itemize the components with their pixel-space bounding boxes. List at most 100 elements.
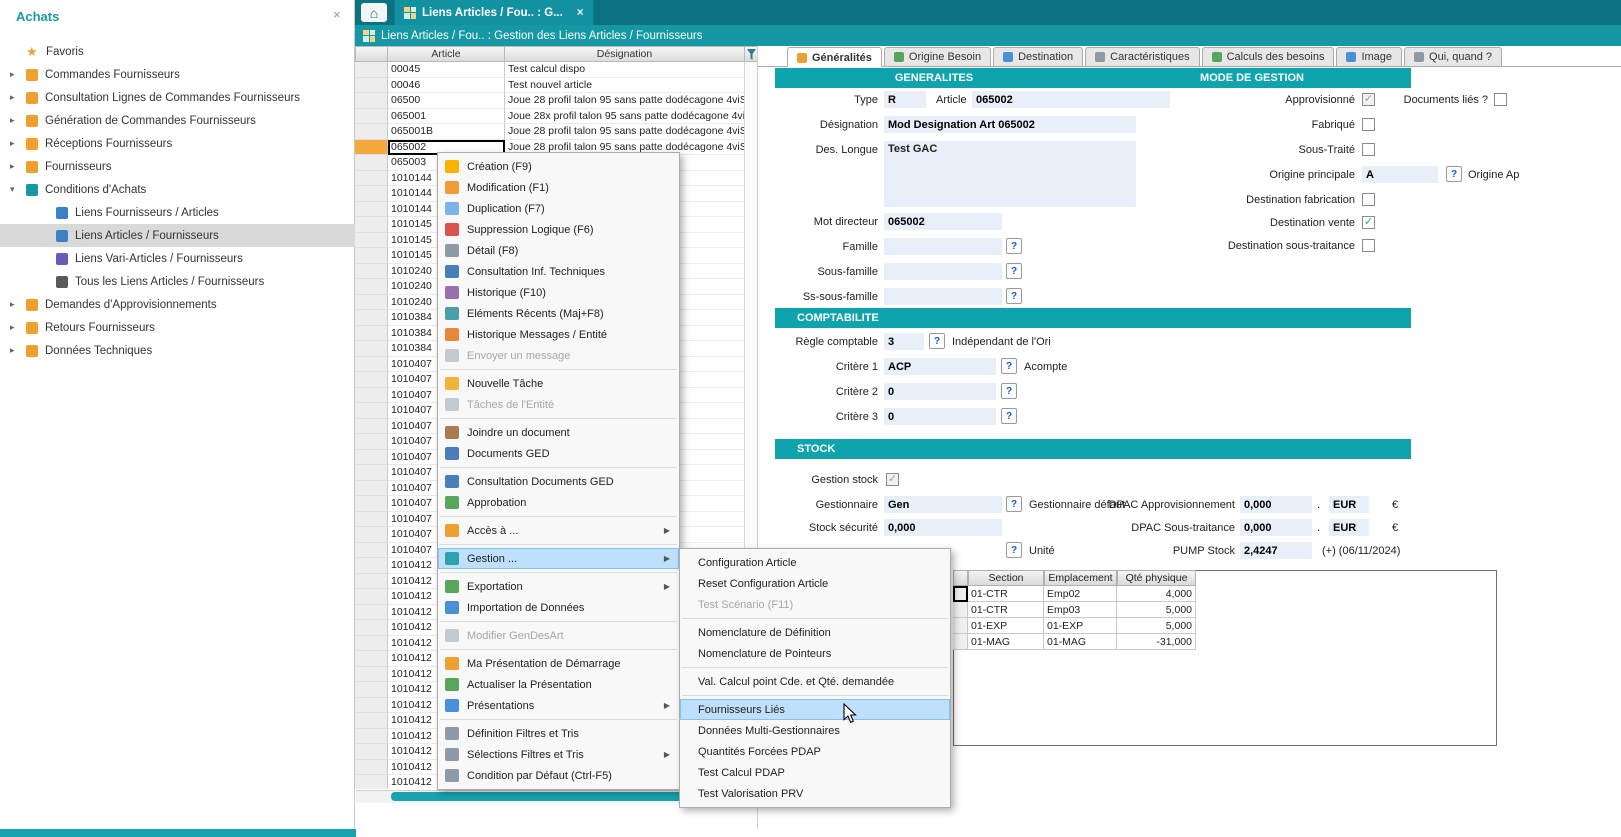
detail-tab[interactable]: Qui, quand ? xyxy=(1404,47,1502,66)
home-button[interactable]: ⌂ xyxy=(361,3,387,22)
row-selector-cell[interactable] xyxy=(355,636,388,652)
sous-traite-checkbox[interactable] xyxy=(1362,143,1375,156)
dpac-appro-field[interactable]: 0,000 xyxy=(1240,496,1312,513)
menu-item[interactable]: Création (F9) xyxy=(438,156,679,177)
menu-item[interactable]: Nomenclature de Pointeurs xyxy=(680,643,950,664)
row-selector-cell[interactable] xyxy=(355,682,388,698)
row-selector-cell[interactable] xyxy=(355,558,388,574)
stock-table-header-cell[interactable]: Section xyxy=(968,570,1044,586)
dpac-appro-currency-field[interactable]: EUR xyxy=(1329,496,1369,513)
menu-item[interactable]: Définition Filtres et Tris xyxy=(438,723,679,744)
row-selector-cell[interactable] xyxy=(355,713,388,729)
row-selector-cell[interactable] xyxy=(355,326,388,342)
row-selector-cell[interactable] xyxy=(355,496,388,512)
menu-item[interactable]: Eléments Récents (Maj+F8) xyxy=(438,303,679,324)
row-selector-cell[interactable] xyxy=(355,124,388,140)
row-selector-cell[interactable] xyxy=(355,620,388,636)
menu-item[interactable]: Historique Messages / Entité xyxy=(438,324,679,345)
row-selector-cell[interactable] xyxy=(355,403,388,419)
sous-famille-lookup-button[interactable]: ? xyxy=(1006,263,1022,279)
detail-tab[interactable]: Caractéristiques xyxy=(1085,47,1199,66)
documents-lies-checkbox[interactable] xyxy=(1494,93,1507,106)
row-selector-cell[interactable] xyxy=(355,155,388,171)
stock-row-selector-cell[interactable] xyxy=(953,602,968,618)
unite-lookup-button[interactable]: ? xyxy=(1006,542,1022,558)
menu-item[interactable]: Sélections Filtres et Tris▶ xyxy=(438,744,679,765)
sidebar-item[interactable]: ▸Consultation Lignes de Commandes Fourni… xyxy=(0,86,355,109)
sidebar-close-icon[interactable]: × xyxy=(333,7,341,22)
row-selector-cell[interactable] xyxy=(355,93,388,109)
row-selector-cell[interactable] xyxy=(355,543,388,559)
origine-principale-field[interactable]: A xyxy=(1362,166,1438,183)
destination-sous-traitance-checkbox[interactable] xyxy=(1362,239,1375,252)
row-selector-cell[interactable] xyxy=(355,357,388,373)
menu-item[interactable]: Importation de Données xyxy=(438,597,679,618)
article-row[interactable]: 06500Joue 28 profil talon 95 sans patte … xyxy=(355,93,745,109)
menu-item[interactable]: Nomenclature de Définition xyxy=(680,622,950,643)
menu-item[interactable]: Test Scénario (F11) xyxy=(680,594,950,615)
row-selector-cell[interactable] xyxy=(355,217,388,233)
list-header-designation[interactable]: Désignation xyxy=(504,46,745,62)
tab-close-icon[interactable]: × xyxy=(577,7,584,19)
menu-item[interactable]: Détail (F8) xyxy=(438,240,679,261)
sidebar-item[interactable]: ▸Génération de Commandes Fournisseurs xyxy=(0,109,355,132)
gestionnaire-lookup-button[interactable]: ? xyxy=(1006,496,1022,512)
row-selector-cell[interactable] xyxy=(355,109,388,125)
sidebar-item[interactable]: ▾Conditions d'Achats xyxy=(0,178,355,201)
dpac-st-field[interactable]: 0,000 xyxy=(1240,519,1312,536)
row-selector-cell[interactable] xyxy=(355,605,388,621)
type-field[interactable]: R xyxy=(884,91,926,108)
row-selector-cell[interactable] xyxy=(355,295,388,311)
mot-directeur-field[interactable]: 065002 xyxy=(884,213,1002,230)
approvisionne-checkbox[interactable]: ✓ xyxy=(1362,93,1375,106)
row-selector-cell[interactable] xyxy=(355,651,388,667)
list-header-selector[interactable] xyxy=(355,46,388,62)
row-selector-cell[interactable] xyxy=(355,62,388,78)
detail-tab[interactable]: Origine Besoin xyxy=(884,47,991,66)
menu-item[interactable]: Joindre un document xyxy=(438,422,679,443)
destination-fabrication-checkbox[interactable] xyxy=(1362,193,1375,206)
sidebar-item[interactable]: Liens Fournisseurs / Articles xyxy=(0,201,355,224)
menu-item[interactable]: Nouvelle Tâche xyxy=(438,373,679,394)
critere3-lookup-button[interactable]: ? xyxy=(1001,408,1017,424)
row-selector-cell[interactable] xyxy=(355,78,388,94)
row-selector-cell[interactable] xyxy=(355,512,388,528)
menu-item[interactable]: Consultation Inf. Techniques xyxy=(438,261,679,282)
menu-item[interactable]: Reset Configuration Article xyxy=(680,573,950,594)
gestion-stock-checkbox[interactable]: ✓ xyxy=(886,473,899,486)
sidebar-item[interactable]: ▸Retours Fournisseurs xyxy=(0,316,355,339)
menu-item[interactable]: Gestion ...▶ xyxy=(438,548,679,569)
des-longue-field[interactable]: Test GAC xyxy=(884,141,1136,207)
row-selector-cell[interactable] xyxy=(355,434,388,450)
sidebar-item[interactable]: ▸Fournisseurs xyxy=(0,155,355,178)
detail-tab[interactable]: Destination xyxy=(993,47,1083,66)
row-selector-cell[interactable] xyxy=(355,667,388,683)
critere1-lookup-button[interactable]: ? xyxy=(1001,358,1017,374)
article-field[interactable]: 065002 xyxy=(972,91,1170,108)
menu-item[interactable]: Condition par Défaut (Ctrl-F5) xyxy=(438,765,679,786)
destination-vente-checkbox[interactable]: ✓ xyxy=(1362,216,1375,229)
stock-table-row[interactable]: 01-CTREmp035,000 xyxy=(953,602,1196,618)
famille-lookup-button[interactable]: ? xyxy=(1006,238,1022,254)
stock-row-selector-cell[interactable] xyxy=(953,618,968,634)
menu-item[interactable]: Consultation Documents GED xyxy=(438,471,679,492)
menu-item[interactable]: Suppression Logique (F6) xyxy=(438,219,679,240)
row-selector-cell[interactable] xyxy=(355,372,388,388)
row-selector-cell[interactable] xyxy=(355,450,388,466)
stock-table-row[interactable]: 01-MAG01-MAG-31,000 xyxy=(953,634,1196,650)
menu-item[interactable]: Quantités Forcées PDAP xyxy=(680,741,950,762)
critere2-lookup-button[interactable]: ? xyxy=(1001,383,1017,399)
menu-item[interactable]: Configuration Article xyxy=(680,552,950,573)
critere3-field[interactable]: 0 xyxy=(884,408,996,425)
ss-sous-famille-lookup-button[interactable]: ? xyxy=(1006,288,1022,304)
list-header-article[interactable]: Article xyxy=(387,46,505,62)
row-selector-cell[interactable] xyxy=(355,140,388,156)
sidebar-item[interactable]: Liens Vari-Articles / Fournisseurs xyxy=(0,247,355,270)
row-selector-cell[interactable] xyxy=(355,698,388,714)
menu-item[interactable]: Ma Présentation de Démarrage xyxy=(438,653,679,674)
menu-item[interactable]: Modification (F1) xyxy=(438,177,679,198)
stock-row-selector-cell[interactable] xyxy=(953,586,968,602)
row-selector-cell[interactable] xyxy=(355,248,388,264)
row-selector-cell[interactable] xyxy=(355,527,388,543)
menu-item[interactable]: Fournisseurs Liés xyxy=(680,699,950,720)
